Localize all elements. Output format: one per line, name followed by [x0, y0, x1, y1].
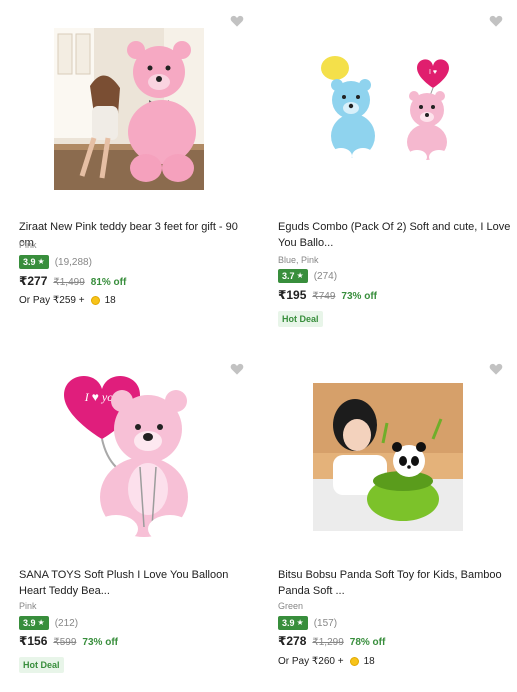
price-row: ₹195 ₹749 73% off — [278, 288, 377, 302]
star-icon: ★ — [296, 271, 304, 280]
selling-price: ₹277 — [19, 274, 48, 288]
rating-row: 3.9 ★ (19,288) — [19, 255, 92, 269]
rating-badge: 3.9 ★ — [19, 616, 49, 630]
product-title[interactable]: SANA TOYS Soft Plush I Love You Balloon … — [19, 567, 253, 599]
product-card[interactable]: Bitsu Bobsu Panda Soft Toy for Kids, Bam… — [259, 348, 517, 692]
mrp-price: ₹1,499 — [53, 277, 85, 288]
product-title[interactable]: Ziraat New Pink teddy bear 3 feet for gi… — [19, 219, 253, 251]
star-icon: ★ — [296, 618, 304, 627]
or-pay-text: Or Pay ₹260 + — [278, 656, 344, 667]
svg-text:I ♥: I ♥ — [429, 69, 437, 76]
rating-row: 3.9 ★ (212) — [19, 616, 78, 630]
star-icon: ★ — [37, 257, 45, 266]
product-card[interactable]: Ziraat New Pink teddy bear 3 feet for gi… — [0, 0, 258, 344]
selling-price: ₹278 — [278, 634, 307, 648]
discount-percent: 78% off — [349, 637, 386, 648]
or-pay-offer: Or Pay ₹260 + 18 — [278, 656, 375, 667]
product-image[interactable]: I ♥ — [277, 14, 499, 204]
supercoin-icon — [90, 296, 100, 305]
discount-percent: 73% off — [82, 637, 118, 648]
product-title[interactable]: Eguds Combo (Pack Of 2) Soft and cute, I… — [278, 219, 512, 251]
product-variant: Pink — [19, 240, 37, 250]
rating-count: (212) — [54, 617, 79, 629]
product-card[interactable]: I ♥ you SANA TOYS Soft Plush I Love You … — [0, 348, 258, 692]
rating-row: 3.7 ★ (274) — [278, 269, 337, 283]
rating-badge: 3.9 ★ — [19, 255, 49, 269]
rating-badge: 3.9 ★ — [278, 616, 308, 630]
price-row: ₹277 ₹1,499 81% off — [19, 274, 126, 288]
rating-count: (19,288) — [54, 256, 92, 268]
mrp-price: ₹1,299 — [312, 637, 344, 648]
product-image[interactable] — [277, 362, 499, 552]
discount-percent: 73% off — [341, 291, 377, 302]
rating-count: (274) — [313, 270, 338, 282]
supercoin-icon — [349, 657, 359, 666]
product-title[interactable]: Bitsu Bobsu Panda Soft Toy for Kids, Bam… — [278, 567, 512, 599]
product-variant: Blue, Pink — [278, 255, 319, 265]
selling-price: ₹195 — [278, 288, 307, 302]
or-pay-offer: Or Pay ₹259 + 18 — [19, 295, 116, 306]
product-image[interactable]: I ♥ you — [18, 362, 240, 552]
coin-count: 18 — [104, 295, 116, 306]
price-row: ₹156 ₹599 73% off — [19, 634, 118, 648]
product-image[interactable] — [18, 14, 240, 204]
rating-count: (157) — [313, 617, 338, 629]
mrp-price: ₹749 — [312, 291, 336, 302]
rating-row: 3.9 ★ (157) — [278, 616, 337, 630]
discount-percent: 81% off — [90, 277, 127, 288]
rating-badge: 3.7 ★ — [278, 269, 308, 283]
star-icon: ★ — [37, 618, 45, 627]
coin-count: 18 — [363, 656, 375, 667]
mrp-price: ₹599 — [53, 637, 77, 648]
product-variant: Green — [278, 601, 304, 611]
or-pay-text: Or Pay ₹259 + — [19, 295, 85, 306]
product-variant: Pink — [19, 601, 37, 611]
hot-deal-badge: Hot Deal — [19, 657, 64, 673]
selling-price: ₹156 — [19, 634, 48, 648]
product-card[interactable]: I ♥ Eguds Combo (Pack Of 2) Soft and cut… — [259, 0, 517, 344]
hot-deal-badge: Hot Deal — [278, 311, 323, 327]
price-row: ₹278 ₹1,299 78% off — [278, 634, 385, 648]
